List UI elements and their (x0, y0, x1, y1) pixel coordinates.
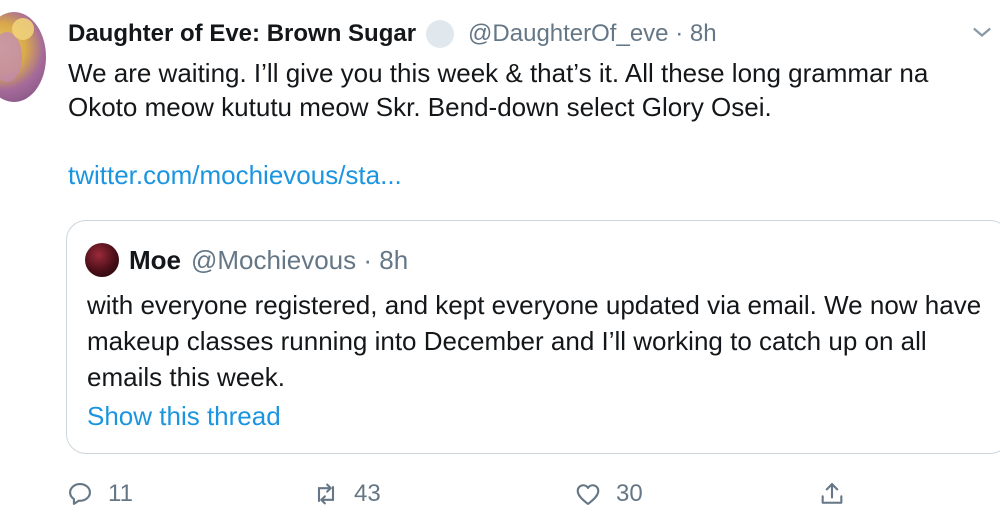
heart-icon (576, 484, 600, 505)
avatar-art-shape (12, 18, 34, 40)
tweet-header: Daughter of Eve: Brown Sugar @DaughterOf… (68, 18, 717, 50)
show-thread-link[interactable]: Show this thread (87, 401, 281, 432)
tweet-text-line: Okoto meow kututu meow Skr. Bend-down se… (68, 92, 772, 122)
retweet-icon (317, 483, 335, 505)
chevron-down-icon-svg (973, 27, 991, 38)
quoted-author-avatar (85, 243, 119, 277)
tweet-actions: 11 43 30 (66, 480, 966, 520)
like-button[interactable]: 30 (574, 480, 643, 508)
quoted-tweet-text: with everyone registered, and kept every… (87, 290, 982, 392)
quoted-author-name: Moe (129, 244, 181, 275)
tweet-text: We are waiting. I’ll give you this week … (68, 56, 993, 124)
avatar-art-shape (0, 32, 22, 82)
quoted-tweet-card[interactable]: Moe @Mochievous · 8h with everyone regis… (66, 220, 1000, 454)
emoji-badge (426, 20, 455, 48)
chevron-down-icon[interactable] (968, 18, 996, 46)
retweet-count: 43 (354, 480, 381, 507)
share-button[interactable] (818, 480, 846, 508)
quoted-tweet-header: Moe @Mochievous · 8h (85, 243, 408, 277)
like-count: 30 (616, 480, 643, 507)
tweet-link[interactable]: twitter.com/mochievous/sta... (68, 160, 402, 191)
author-display-name[interactable]: Daughter of Eve: Brown Sugar (68, 20, 416, 48)
quoted-author-handle-time: @Mochievous · 8h (191, 244, 409, 275)
tweet-text-line: We are waiting. I’ll give you this week … (68, 58, 929, 88)
reply-button[interactable]: 11 (66, 480, 133, 508)
share-icon (821, 483, 843, 504)
retweet-button[interactable]: 43 (312, 480, 381, 508)
reply-count: 11 (108, 480, 133, 507)
author-avatar[interactable] (0, 12, 46, 102)
author-handle-time[interactable]: @DaughterOf_eve · 8h (468, 20, 717, 48)
reply-icon (69, 483, 91, 505)
